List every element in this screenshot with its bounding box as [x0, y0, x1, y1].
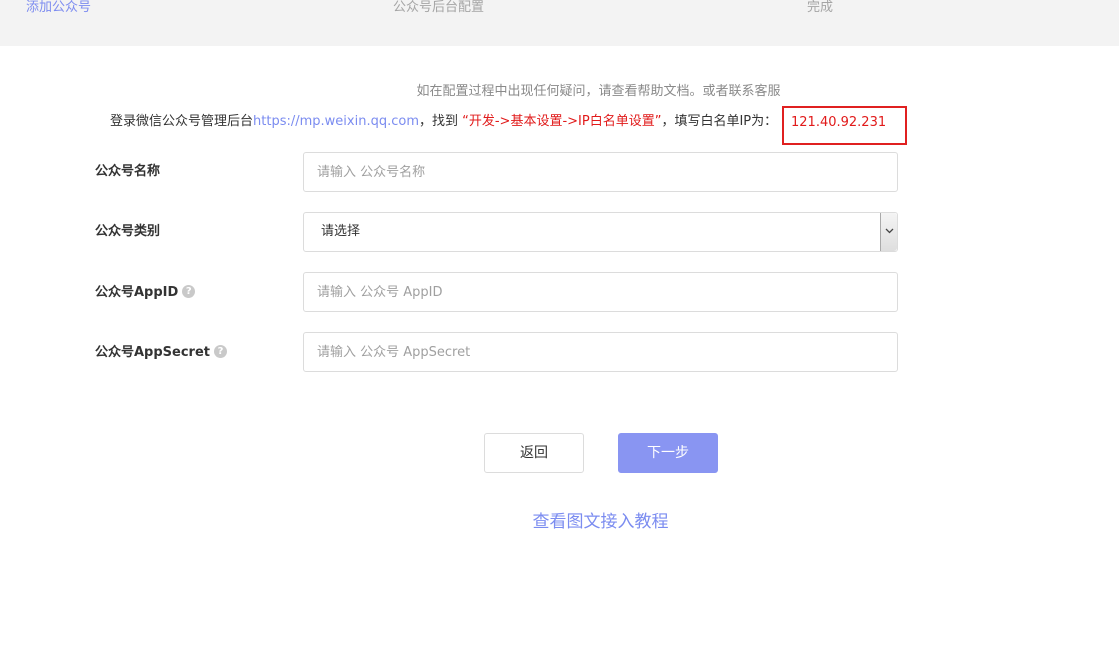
- login-suffix: ，填写白名单IP为：: [661, 114, 778, 129]
- account-name-input[interactable]: [303, 152, 898, 192]
- help-text: 如在配置过程中出现任何疑问，请查看帮助文档。或者联系客服: [416, 84, 781, 99]
- next-step-button[interactable]: 下一步: [618, 433, 718, 473]
- mp-weixin-link[interactable]: https://mp.weixin.qq.com: [253, 114, 419, 129]
- appid-label: 公众号AppID?: [95, 284, 196, 302]
- login-prefix: 登录微信公众号管理后台: [110, 114, 254, 129]
- account-category-select[interactable]: 请选择: [303, 212, 898, 252]
- ip-highlight-box: 121.40.92.231: [782, 106, 907, 145]
- category-selected-value: 请选择: [321, 224, 361, 239]
- login-middle: ，找到: [418, 114, 463, 129]
- account-name-label-text: 公众号名称: [95, 164, 161, 179]
- account-category-label: 公众号类别: [95, 223, 160, 241]
- appid-input[interactable]: [303, 272, 898, 312]
- chevron-down-icon[interactable]: [880, 213, 897, 251]
- tutorial-link-row: 查看图文接入教程: [0, 511, 1119, 533]
- appsecret-input[interactable]: [303, 332, 898, 372]
- step-complete: 完成: [807, 0, 834, 15]
- settings-path: “开发->基本设置->IP白名单设置”: [462, 114, 662, 129]
- question-circle-icon[interactable]: ?: [214, 345, 228, 358]
- step-add-account[interactable]: 添加公众号: [26, 0, 91, 15]
- steps-bar: 添加公众号 公众号后台配置 完成: [0, 0, 1119, 46]
- appsecret-label: 公众号AppSecret?: [95, 344, 228, 362]
- question-circle-icon[interactable]: ?: [182, 285, 196, 298]
- login-instruction: 登录微信公众号管理后台https://mp.weixin.qq.com，找到 “…: [110, 113, 777, 131]
- back-button[interactable]: 返回: [484, 433, 584, 473]
- whitelist-ip: 121.40.92.231: [791, 115, 887, 130]
- account-category-label-text: 公众号类别: [95, 224, 161, 239]
- appid-label-text: 公众号AppID: [95, 285, 179, 300]
- step-backend-config: 公众号后台配置: [393, 0, 485, 15]
- appsecret-label-text: 公众号AppSecret: [95, 345, 211, 360]
- view-tutorial-link[interactable]: 查看图文接入教程: [533, 512, 669, 532]
- account-name-label: 公众号名称: [95, 163, 160, 181]
- help-text-line: 如在配置过程中出现任何疑问，请查看帮助文档。或者联系客服: [0, 83, 1119, 101]
